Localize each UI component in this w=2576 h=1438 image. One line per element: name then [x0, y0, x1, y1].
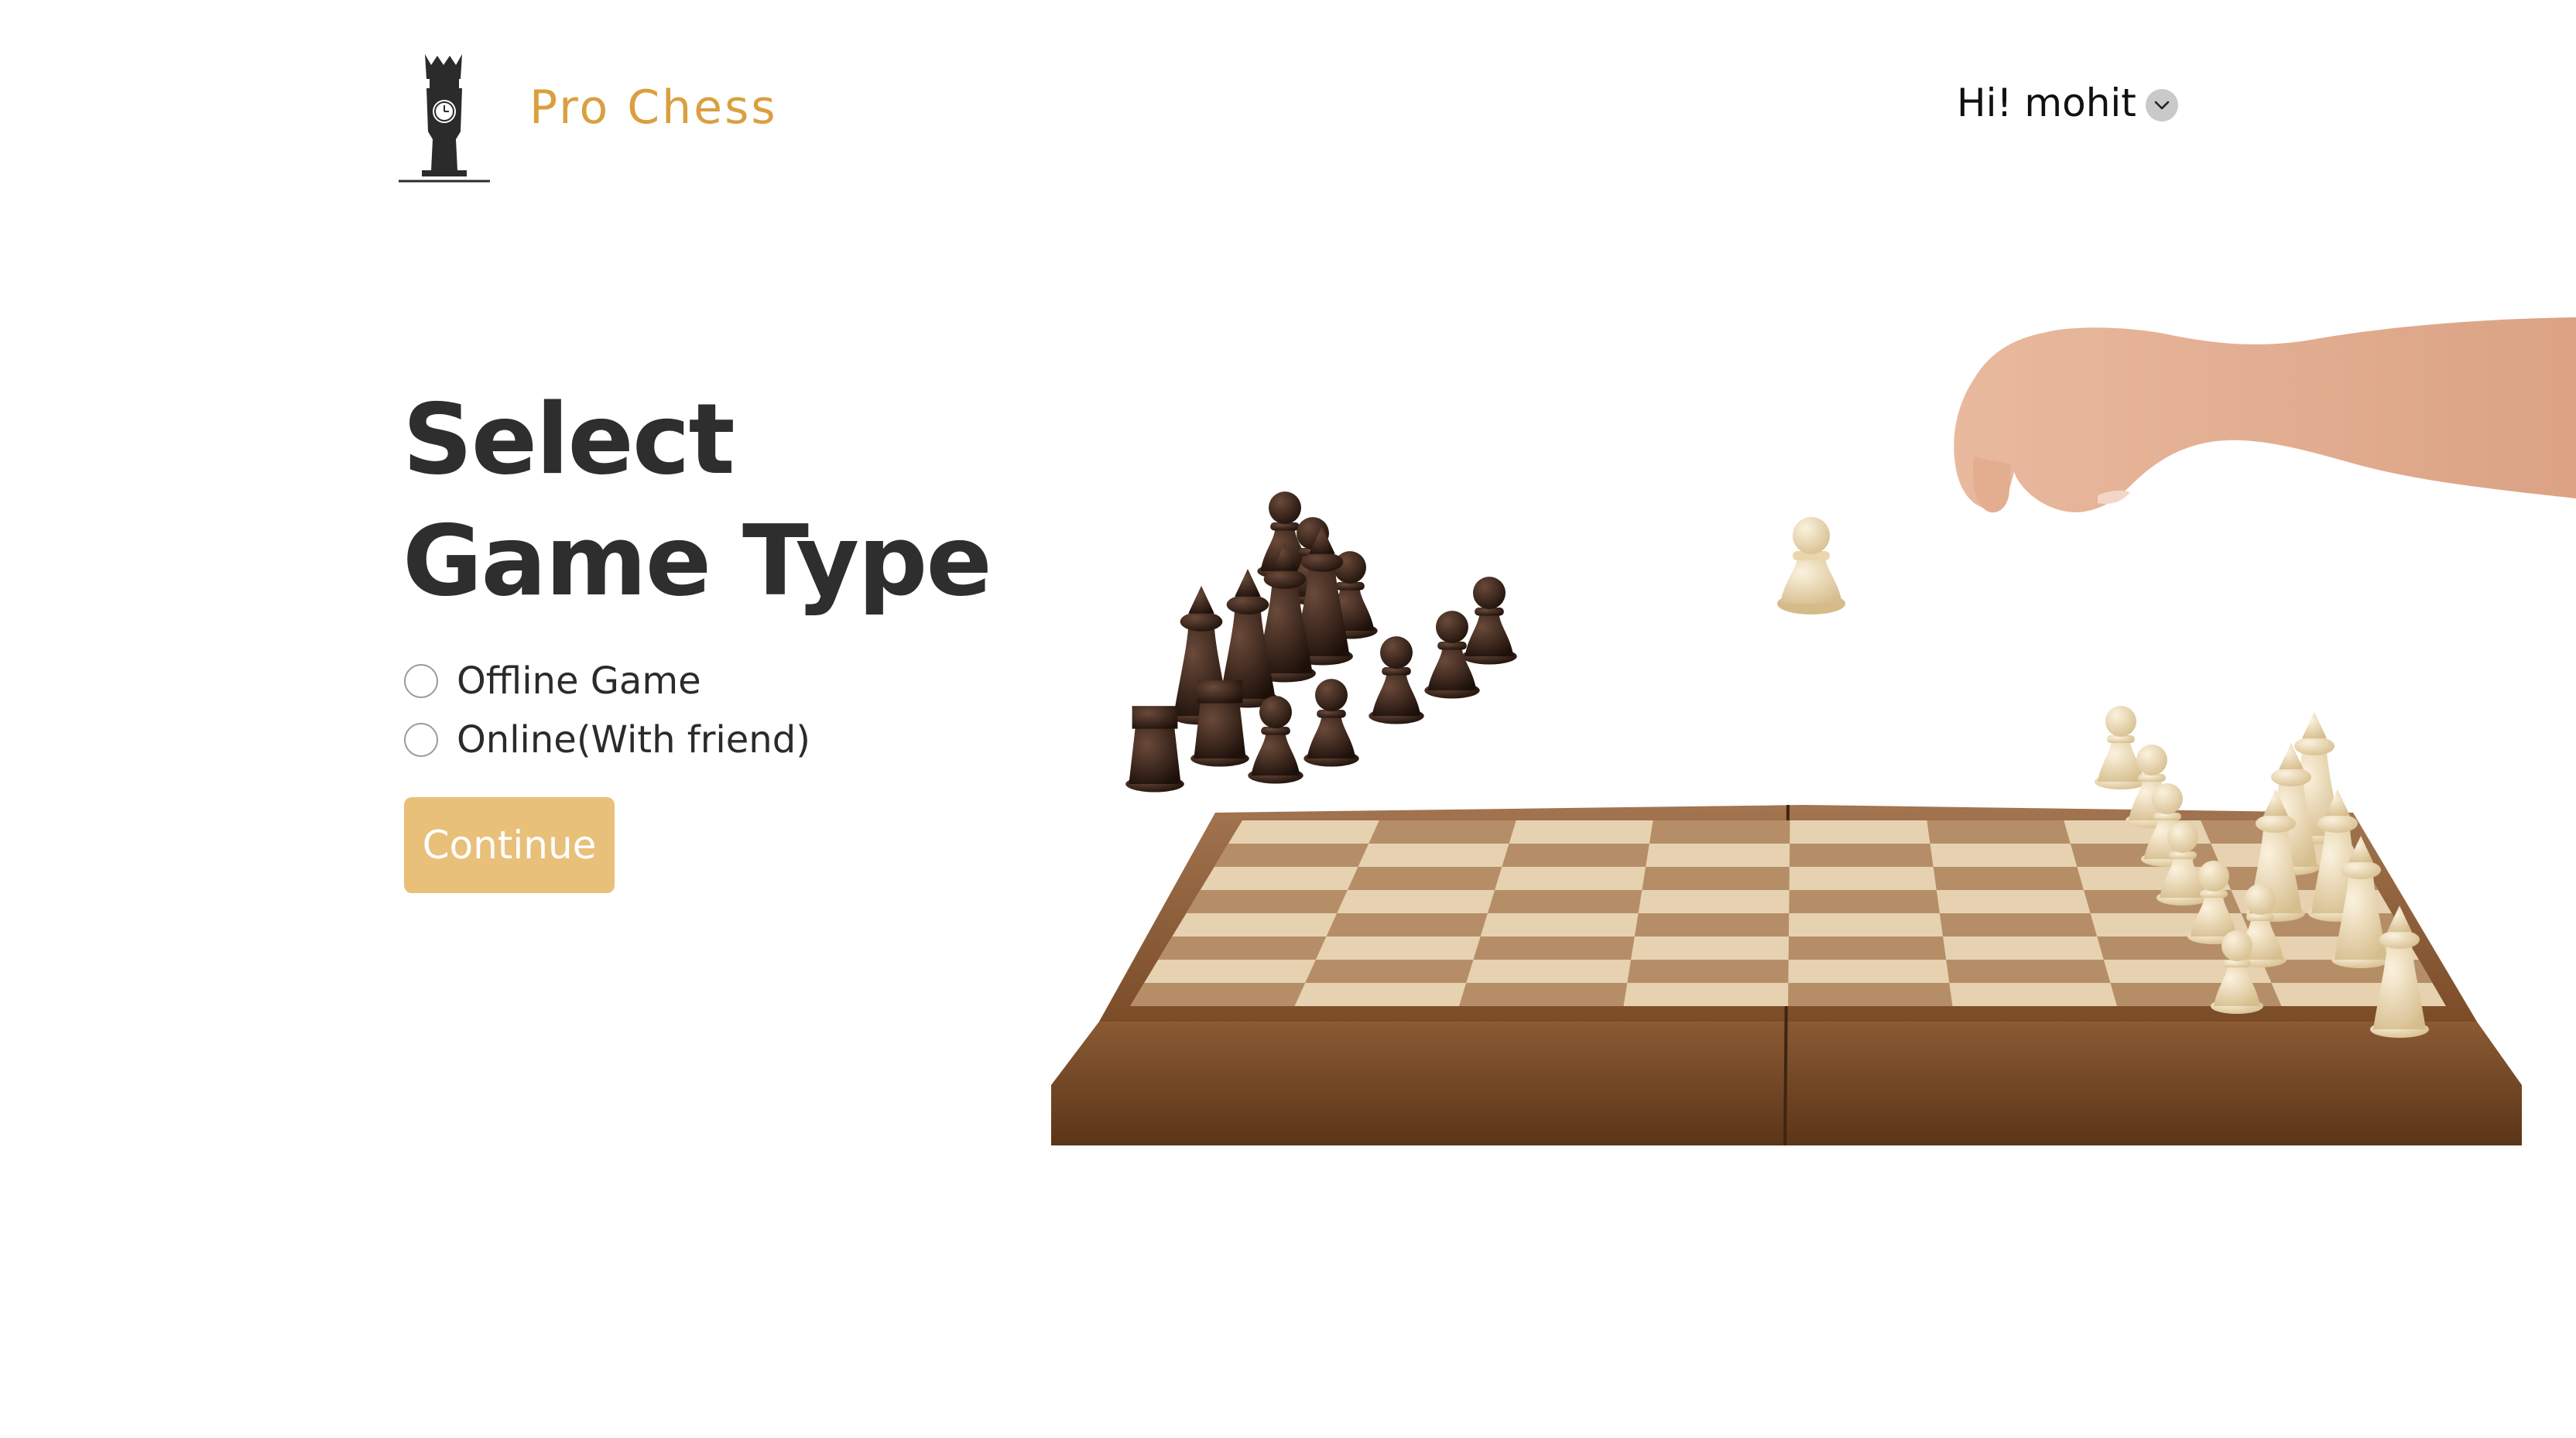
- chess-piece-rook: [1125, 706, 1184, 793]
- chessboard-square: [1186, 890, 1348, 913]
- online-game-radio[interactable]: [404, 723, 438, 757]
- chessboard-square: [1649, 820, 1790, 844]
- brand-name[interactable]: Pro Chess: [529, 80, 778, 135]
- chessboard-square: [1939, 913, 2098, 936]
- chess-piece-pawn: [1368, 636, 1424, 724]
- chess-queen-clock-icon: [399, 54, 490, 183]
- chess-piece-pawn: [1461, 577, 1517, 665]
- chessboard-square: [1634, 913, 1790, 936]
- option-online-with-friend[interactable]: Online(With friend): [404, 718, 810, 762]
- page-title-line-1: Select: [402, 382, 735, 496]
- chessboard-square: [1368, 820, 1516, 844]
- chessboard-square: [1788, 983, 1953, 1006]
- logo[interactable]: [399, 54, 490, 183]
- chess-piece-rook: [1190, 680, 1249, 767]
- chessboard-square: [1627, 960, 1789, 983]
- chessboard-square: [1326, 913, 1488, 936]
- option-label: Offline Game: [457, 659, 701, 703]
- option-offline-game[interactable]: Offline Game: [404, 659, 701, 703]
- chevron-down-icon[interactable]: [2145, 89, 2178, 122]
- chess-piece-pawn: [1303, 679, 1359, 767]
- chessboard-square: [1927, 820, 2071, 844]
- chessboard-square: [1642, 867, 1790, 890]
- chessboard-square: [1305, 960, 1474, 983]
- hero-chess-illustration: [1037, 310, 2576, 1223]
- chessboard-square: [1502, 844, 1649, 867]
- chessboard-square: [1473, 936, 1635, 960]
- page-title-line-2: Game Type: [402, 504, 992, 618]
- chessboard-square: [1214, 844, 1369, 867]
- continue-button[interactable]: Continue: [404, 797, 615, 893]
- chessboard-square: [1789, 890, 1940, 913]
- user-greeting: Hi! mohit: [1957, 80, 2136, 125]
- chessboard-square: [1788, 936, 1947, 960]
- option-label: Online(With friend): [457, 718, 810, 762]
- chessboard-square: [1347, 867, 1502, 890]
- chess-piece-pawn: [1248, 696, 1303, 784]
- chessboard-square: [1933, 867, 2084, 890]
- chessboard-square: [1946, 960, 2111, 983]
- offline-game-radio[interactable]: [404, 664, 438, 698]
- page: Pro Chess Hi! mohit Select Game Type Off…: [0, 0, 2576, 1438]
- chessboard-square: [1459, 983, 1628, 1006]
- chessboard-square: [1130, 983, 1306, 1006]
- chessboard-square: [1158, 936, 1327, 960]
- chessboard-square: [1789, 844, 1934, 867]
- user-menu[interactable]: Hi! mohit: [1957, 80, 2178, 125]
- chessboard-square: [1487, 890, 1643, 913]
